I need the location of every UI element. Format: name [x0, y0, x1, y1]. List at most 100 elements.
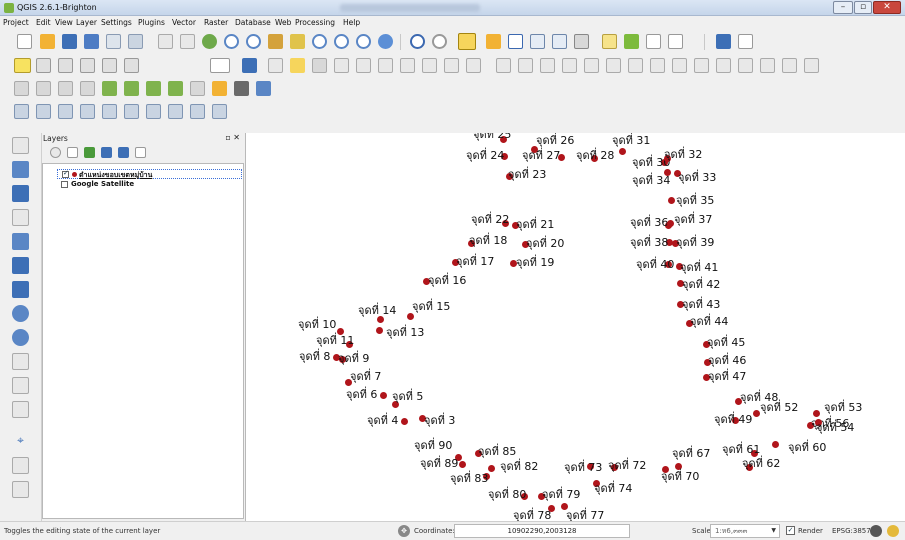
change-label-icon[interactable] — [124, 58, 139, 73]
analysis-tool-10-icon[interactable] — [212, 81, 227, 96]
touch-zoom-icon[interactable] — [202, 34, 217, 49]
menu-plugins[interactable]: Plugins — [138, 18, 165, 27]
analysis-tool-8-icon[interactable] — [168, 81, 183, 96]
undo-icon[interactable] — [496, 58, 511, 73]
simplify-feature-icon[interactable] — [540, 58, 555, 73]
map-point-marker[interactable] — [675, 463, 682, 470]
topology-icon[interactable] — [242, 58, 257, 73]
collapse-all-icon[interactable] — [118, 147, 129, 158]
analysis-tool-11-icon[interactable] — [234, 81, 249, 96]
open-project-icon[interactable] — [40, 34, 55, 49]
add-layer-tool-7-icon[interactable] — [146, 104, 161, 119]
identify-icon[interactable] — [410, 34, 425, 49]
action-icon[interactable] — [432, 34, 447, 49]
merge-features-icon[interactable] — [760, 58, 775, 73]
fill-ring-icon[interactable] — [606, 58, 621, 73]
map-point-marker[interactable] — [772, 441, 779, 448]
paste-features-icon[interactable] — [466, 58, 481, 73]
expression-select-icon[interactable] — [508, 34, 523, 49]
map-tips-icon[interactable] — [602, 34, 617, 49]
delete-selected-icon[interactable] — [400, 58, 415, 73]
map-point-marker[interactable] — [619, 148, 626, 155]
add-virtual-layer-icon[interactable] — [12, 377, 29, 394]
rotate-label-icon[interactable] — [102, 58, 117, 73]
menu-project[interactable]: Project — [3, 18, 29, 27]
pin-labels-icon[interactable] — [36, 58, 51, 73]
layer-item[interactable]: ตำแหน่งขอบเขตหมู่บ้าน — [57, 169, 242, 179]
save-edits-icon[interactable] — [312, 58, 327, 73]
copy-features-icon[interactable] — [444, 58, 459, 73]
zoom-next-icon[interactable] — [356, 34, 371, 49]
map-canvas[interactable]: จุดที่ 25 จุดที่ 26 จุดที่ 24 จุดที่ 27 จุดท… — [245, 133, 905, 521]
panel-float-close-buttons[interactable]: ▫ ✕ — [225, 133, 240, 142]
toggle-editing-icon[interactable] — [290, 58, 305, 73]
menu-raster[interactable]: Raster — [204, 18, 228, 27]
text-annotation-icon[interactable] — [668, 34, 683, 49]
map-point-marker[interactable] — [667, 220, 674, 227]
redo-icon[interactable] — [518, 58, 533, 73]
add-part-icon[interactable] — [584, 58, 599, 73]
map-point-marker[interactable] — [459, 461, 466, 468]
add-layer-tool-4-icon[interactable] — [80, 104, 95, 119]
add-layer-tool-9-icon[interactable] — [190, 104, 205, 119]
analysis-tool-6-icon[interactable] — [124, 81, 139, 96]
map-point-marker[interactable] — [377, 316, 384, 323]
save-project-icon[interactable] — [62, 34, 77, 49]
add-layer-tool-6-icon[interactable] — [124, 104, 139, 119]
grid-tool-icon[interactable] — [190, 81, 205, 96]
select-features-icon[interactable] — [458, 33, 476, 50]
measure-icon[interactable] — [574, 34, 589, 49]
menu-settings[interactable]: Settings — [101, 18, 132, 27]
offset-curve-icon[interactable] — [694, 58, 709, 73]
layer-visibility-checkbox[interactable] — [62, 169, 69, 178]
georeferencer-icon[interactable]: ⌖ — [12, 433, 29, 450]
map-point-marker[interactable] — [407, 313, 414, 320]
node-tool-icon[interactable] — [378, 58, 393, 73]
analysis-tool-4-icon[interactable] — [80, 81, 95, 96]
statistics-icon[interactable] — [552, 34, 567, 49]
menu-edit[interactable]: Edit — [36, 18, 51, 27]
menu-layer[interactable]: Layer — [76, 18, 97, 27]
add-mssql-layer-icon[interactable] — [12, 233, 29, 250]
layer-visibility-checkbox[interactable] — [61, 181, 68, 188]
analysis-tool-1-icon[interactable] — [14, 81, 29, 96]
add-raster-layer-icon[interactable] — [12, 161, 29, 178]
add-layer-tool-3-icon[interactable] — [58, 104, 73, 119]
attribute-table-icon[interactable] — [530, 34, 545, 49]
show-bookmarks-icon[interactable] — [646, 34, 661, 49]
menu-view[interactable]: View — [55, 18, 73, 27]
field-calculator-icon[interactable] — [256, 81, 271, 96]
delete-part-icon[interactable] — [650, 58, 665, 73]
render-checkbox[interactable]: ✓ — [786, 526, 795, 535]
new-bookmark-icon[interactable] — [624, 34, 639, 49]
crs-status[interactable]: EPSG:3857 — [832, 527, 871, 535]
composer-manager-icon[interactable] — [128, 34, 143, 49]
scale-combobox[interactable]: 1:ห6,๓๓๓ ▼ — [710, 524, 780, 538]
split-features-icon[interactable] — [716, 58, 731, 73]
map-point-marker[interactable] — [401, 418, 408, 425]
zoom-to-selection-icon[interactable] — [290, 34, 305, 49]
pan-to-selection-icon[interactable] — [180, 34, 195, 49]
analysis-tool-3-icon[interactable] — [58, 81, 73, 96]
menu-help[interactable]: Help — [343, 18, 360, 27]
current-edits-icon[interactable] — [268, 58, 283, 73]
menu-database[interactable]: Database — [235, 18, 271, 27]
delete-ring-icon[interactable] — [628, 58, 643, 73]
add-feature-icon[interactable] — [334, 58, 349, 73]
add-ring-icon[interactable] — [562, 58, 577, 73]
reshape-features-icon[interactable] — [672, 58, 687, 73]
add-group-icon[interactable] — [67, 147, 78, 158]
map-point-marker[interactable] — [668, 197, 675, 204]
zoom-to-layer-icon[interactable] — [312, 34, 327, 49]
zoom-last-icon[interactable] — [334, 34, 349, 49]
add-wms-layer-icon[interactable] — [12, 281, 29, 298]
menu-web[interactable]: Web — [275, 18, 291, 27]
map-point-marker[interactable] — [753, 410, 760, 417]
crs-globe-icon[interactable] — [870, 525, 882, 537]
analysis-tool-5-icon[interactable] — [102, 81, 117, 96]
menu-vector[interactable]: Vector — [172, 18, 196, 27]
remove-layer-icon[interactable] — [135, 147, 146, 158]
add-spatialite-layer-icon[interactable] — [12, 209, 29, 226]
filter-legend-icon[interactable] — [84, 147, 95, 158]
expand-all-icon[interactable] — [101, 147, 112, 158]
